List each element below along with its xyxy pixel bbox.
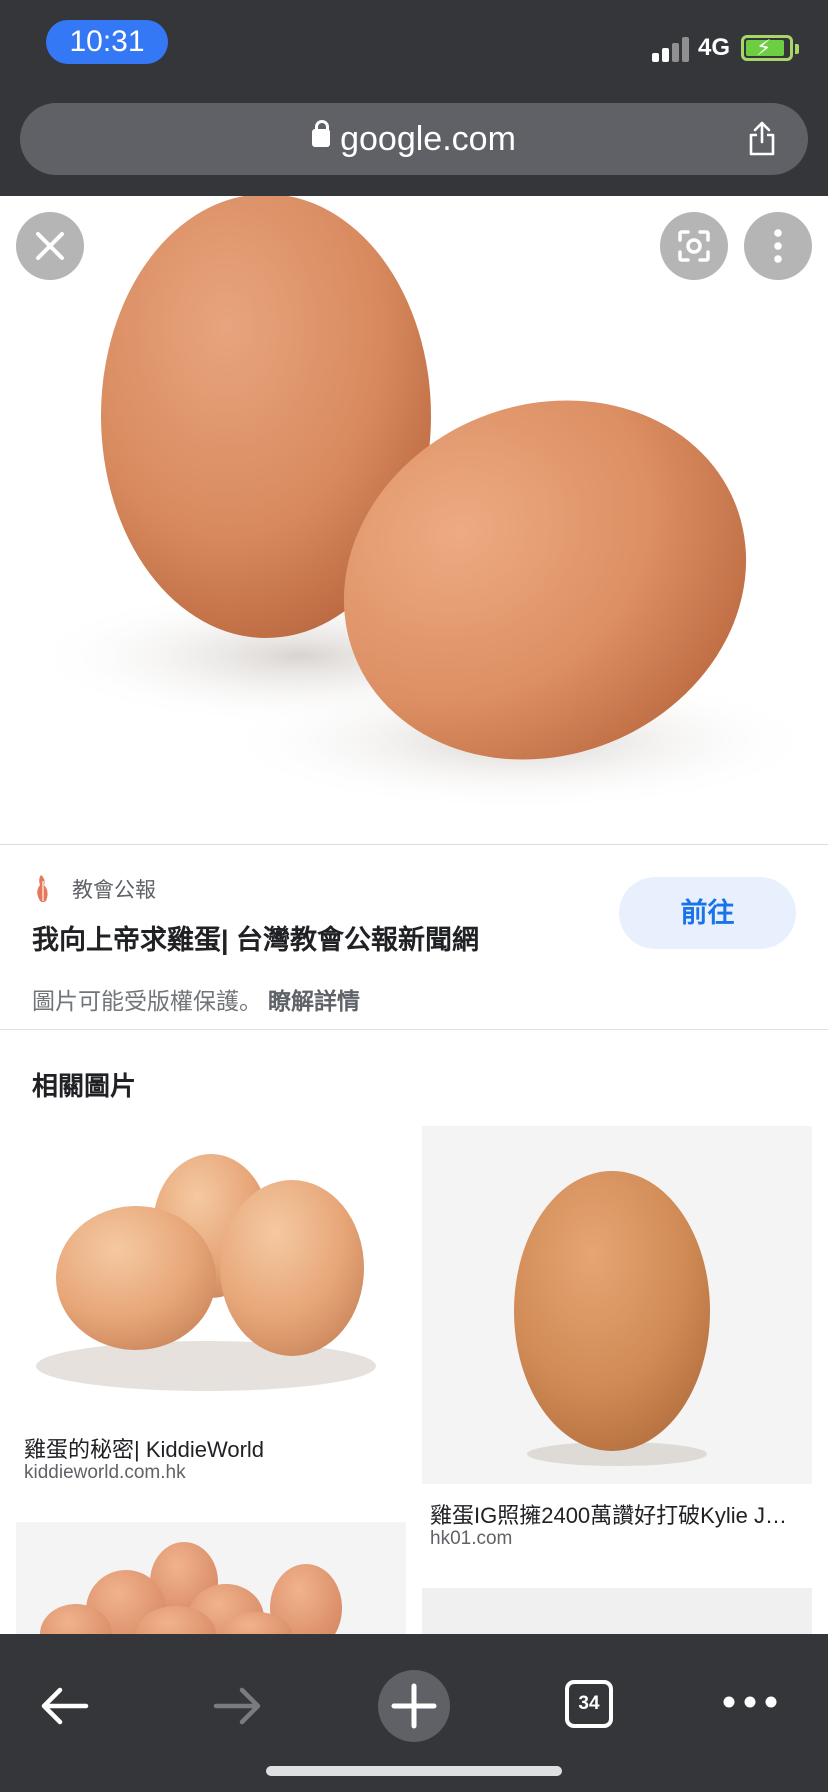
lock-icon: [312, 120, 331, 148]
copyright-notice: 圖片可能受版權保護。 瞭解詳情: [32, 982, 360, 1016]
source-favicon-icon: [37, 875, 48, 903]
forward-arrow-icon[interactable]: [210, 1678, 266, 1734]
learn-more-link[interactable]: 瞭解詳情: [268, 988, 360, 1014]
url-text: google.com: [340, 120, 516, 158]
eggs-image: [30, 196, 820, 811]
copyright-text: 圖片可能受版權保護。: [32, 988, 262, 1014]
related-image-thumbnail: [16, 1522, 406, 1634]
network-type: 4G: [698, 34, 731, 61]
address-bar[interactable]: google.com: [20, 103, 808, 175]
divider: [0, 1029, 828, 1030]
related-image-title: 雞蛋的秘密| KiddieWorld: [24, 1437, 265, 1462]
more-vertical-icon: [774, 229, 782, 263]
related-image-thumbnail: [16, 1126, 406, 1418]
related-image-card[interactable]: [16, 1522, 406, 1634]
browser-top-bar: 10:31 4G ⚡ google.com: [0, 0, 828, 196]
related-image-card[interactable]: 雞蛋IG照擁2400萬讚好打破Kylie J… hk01.com: [422, 1126, 812, 1556]
related-image-title: 雞蛋IG照擁2400萬讚好打破Kylie J…: [430, 1503, 787, 1528]
tab-switcher-icon[interactable]: 34: [565, 1680, 613, 1728]
google-lens-button[interactable]: [660, 212, 728, 280]
related-images-heading: 相關圖片: [32, 1071, 137, 1101]
share-icon[interactable]: [746, 120, 778, 156]
new-tab-button[interactable]: [378, 1670, 450, 1742]
tab-count: 34: [578, 1693, 600, 1714]
source-name: 教會公報: [72, 879, 156, 902]
close-icon: [36, 232, 64, 260]
related-image-thumbnail: [422, 1588, 812, 1634]
related-image-domain: hk01.com: [430, 1528, 513, 1549]
new-tab-plus-icon: [391, 1683, 437, 1729]
related-image-card[interactable]: [422, 1588, 812, 1634]
home-indicator: [266, 1766, 562, 1776]
related-image-thumbnail: [422, 1126, 812, 1484]
result-title[interactable]: 我向上帝求雞蛋| 台灣教會公報新聞網: [32, 918, 479, 957]
related-image-card[interactable]: 雞蛋的秘密| KiddieWorld kiddieworld.com.hk: [16, 1126, 406, 1486]
back-arrow-icon[interactable]: [36, 1678, 92, 1734]
close-button[interactable]: [16, 212, 84, 280]
more-options-button[interactable]: [744, 212, 812, 280]
cellular-signal-icon: [652, 36, 692, 62]
related-image-domain: kiddieworld.com.hk: [24, 1462, 186, 1483]
more-horizontal-icon[interactable]: [720, 1690, 780, 1714]
battery-charging-icon: ⚡: [741, 35, 799, 61]
status-time: 10:31: [46, 20, 168, 64]
visit-button[interactable]: 前往: [619, 877, 796, 949]
source-row[interactable]: 教會公報: [32, 872, 156, 906]
image-preview[interactable]: [0, 196, 828, 845]
google-lens-icon: [678, 230, 710, 262]
